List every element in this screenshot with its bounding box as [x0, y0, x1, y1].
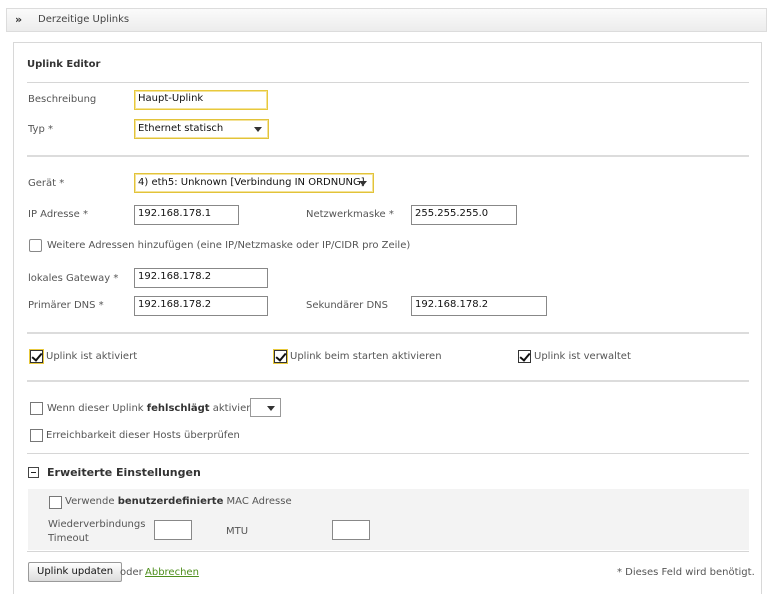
dns2-input[interactable]: 192.168.178.2: [411, 296, 547, 316]
cancel-link[interactable]: Abbrechen: [145, 567, 199, 578]
typ-select[interactable]: Ethernet statisch: [134, 119, 269, 139]
reconnect-timeout-input[interactable]: [154, 520, 192, 540]
uplink-start-checkbox[interactable]: [274, 350, 287, 363]
failover-bold: fehlschlägt: [146, 403, 210, 414]
typ-select-value: Ethernet statisch: [138, 123, 224, 134]
collapse-minus-icon[interactable]: [28, 467, 39, 478]
dns1-input[interactable]: 192.168.178.2: [134, 296, 268, 316]
uplink-aktiviert-checkbox[interactable]: [30, 350, 43, 363]
dropdown-arrow-icon: [254, 127, 262, 132]
uplink-verwaltet-label: Uplink ist verwaltet: [534, 351, 631, 362]
dropdown-arrow-icon: [359, 181, 367, 186]
hosts-check-checkbox[interactable]: [30, 429, 43, 442]
divider: [27, 155, 749, 157]
netmask-label: Netzwerkmaske *: [306, 209, 394, 220]
reconnect-timeout-label: Wiederverbindungs Timeout: [48, 518, 145, 546]
divider: [27, 551, 749, 552]
divider: [27, 453, 749, 454]
mtu-input[interactable]: [332, 520, 370, 540]
uplink-start-label: Uplink beim starten aktivieren: [290, 351, 442, 362]
failover-checkbox[interactable]: [30, 402, 43, 415]
reconnect-line2: Timeout: [48, 533, 89, 544]
hosts-check-label: Erreichbarkeit dieser Hosts überprüfen: [46, 430, 240, 441]
geraet-select[interactable]: 4) eth5: Unknown [Verbindung IN ORDNUNG]: [134, 173, 374, 193]
divider: [27, 332, 749, 334]
ip-label: IP Adresse *: [28, 209, 88, 220]
gateway-label: lokales Gateway *: [28, 273, 119, 284]
editor-title: Uplink Editor: [27, 59, 101, 70]
dns1-label: Primärer DNS *: [28, 300, 104, 311]
uplink-verwaltet-checkbox[interactable]: [518, 350, 531, 363]
dropdown-arrow-icon: [267, 406, 275, 411]
custom-mac-prefix: Verwende: [65, 496, 115, 507]
failover-prefix: Wenn dieser Uplink: [47, 403, 144, 414]
gateway-input[interactable]: 192.168.178.2: [134, 268, 268, 288]
ip-input[interactable]: 192.168.178.1: [134, 205, 239, 225]
custom-mac-suffix: MAC Adresse: [226, 496, 292, 507]
divider: [27, 380, 749, 382]
custom-mac-label: Verwende benutzerdefinierte MAC Adresse: [65, 496, 292, 507]
failover-uplink-select[interactable]: [250, 398, 281, 417]
netmask-input[interactable]: 255.255.255.0: [411, 205, 517, 225]
beschreibung-label: Beschreibung: [28, 94, 97, 105]
double-chevron-icon[interactable]: »: [15, 13, 22, 26]
uplink-aktiviert-label: Uplink ist aktiviert: [46, 351, 138, 362]
weitere-adressen-checkbox[interactable]: [29, 239, 42, 252]
failover-label: Wenn dieser Uplink fehlschlägt aktiviere: [47, 403, 256, 414]
weitere-adressen-label: Weitere Adressen hinzufügen (eine IP/Net…: [47, 240, 411, 251]
custom-mac-checkbox[interactable]: [49, 496, 62, 509]
advanced-title[interactable]: Erweiterte Einstellungen: [47, 466, 201, 479]
beschreibung-input[interactable]: Haupt-Uplink: [134, 90, 268, 110]
reconnect-line1: Wiederverbindungs: [48, 519, 146, 530]
divider: [27, 82, 749, 83]
breadcrumb-bar: » Derzeitige Uplinks: [6, 8, 767, 32]
breadcrumb-title[interactable]: Derzeitige Uplinks: [38, 14, 129, 25]
geraet-label: Gerät *: [28, 178, 65, 189]
required-note: * Dieses Feld wird benötigt.: [617, 567, 755, 578]
custom-mac-bold: benutzerdefinierte: [117, 496, 224, 507]
typ-label: Typ *: [28, 124, 53, 135]
uplink-update-button[interactable]: Uplink updaten: [28, 562, 123, 582]
oder-text: oder: [120, 567, 143, 578]
dns2-label: Sekundärer DNS: [306, 300, 388, 311]
geraet-select-value: 4) eth5: Unknown [Verbindung IN ORDNUNG]: [138, 177, 365, 188]
mtu-label: MTU: [226, 526, 249, 537]
